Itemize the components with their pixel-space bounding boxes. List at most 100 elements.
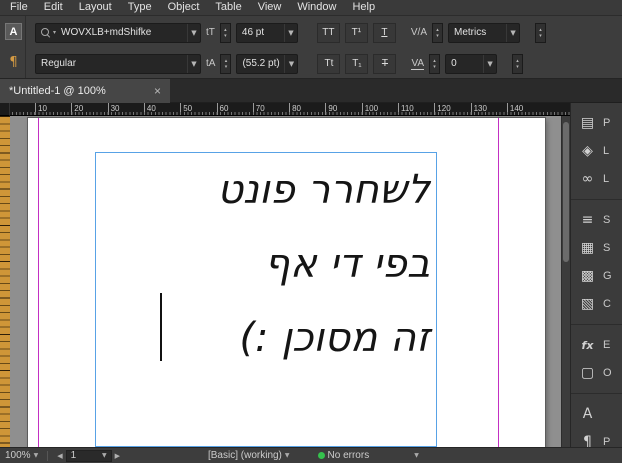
ruler-number: 70 [252,103,265,115]
effects-icon: fx [581,338,594,352]
document-canvas[interactable]: לשחרר פונט בפי די אף זה מסוכן :) [10,116,570,447]
panel-tab-object-styles[interactable]: ▢ O [571,359,622,387]
document-text-line[interactable]: בפי די אף [96,227,436,301]
gradient-icon: ▩ [580,268,595,284]
font-family-combo[interactable]: ▾ WOVXLB+mdShifke ▼ [35,22,201,43]
menu-file[interactable]: File [2,0,36,15]
ruler-origin-corner[interactable] [0,103,10,116]
character-formatting-toggle[interactable]: A [5,23,22,40]
small-caps-button[interactable]: Tt [317,53,341,74]
ruler-number: 10 [35,103,47,115]
chevron-down-icon[interactable]: ▼ [414,452,419,459]
text-cursor [160,293,162,361]
font-size-value: 46 pt [241,27,265,38]
dropdown-arrow-icon[interactable]: ▼ [284,54,297,73]
chevron-down-icon: ▼ [33,452,39,459]
previous-page-icon[interactable]: ◀ [57,452,62,460]
all-caps-button[interactable]: TT [316,22,340,43]
ruler-number: 100 [361,103,378,115]
panel-tab-swatches[interactable]: ▦ S [571,234,622,262]
leading-value: (55.2 pt) [242,58,280,69]
panel-separator [571,393,622,394]
document-text-line[interactable]: לשחרר פונט [96,153,436,227]
tracking-stepper[interactable]: ▴ ▾ [429,53,441,74]
margin-guide-left[interactable] [38,118,39,447]
layers-icon: ◈ [582,143,593,159]
ruler-number: 140 [506,103,523,115]
status-dot-icon [317,452,325,459]
underline-button[interactable]: T [372,22,396,43]
kerning-icon: V/A [410,27,428,38]
menu-type[interactable]: Type [120,0,160,15]
menu-table[interactable]: Table [207,0,249,15]
preflight-status[interactable]: No errors [313,448,375,463]
panel-separator [571,324,622,325]
panel-tab-stroke[interactable]: ≡ S [571,206,622,234]
ruler-number: 120 [434,103,451,115]
leading-combo[interactable]: (55.2 pt) ▼ [236,53,299,74]
ruler-number: 40 [143,103,156,115]
type-style-value: Regular [41,58,77,69]
page-number-field[interactable]: 1 ▼ [65,449,112,462]
next-page-icon[interactable]: ▶ [115,452,120,460]
clipped-stepper[interactable]: ▴ ▾ [535,22,547,43]
menu-edit[interactable]: Edit [36,0,71,15]
menu-window[interactable]: Window [289,0,344,15]
tracking-combo[interactable]: 0 ▼ [445,53,498,74]
dropdown-arrow-icon[interactable]: ▼ [187,23,200,42]
preflight-menu[interactable]: [Basic] (working) ▼ [203,448,295,463]
font-size-combo[interactable]: 46 pt ▼ [235,22,298,43]
control-panel: A ¶ ▾ WOVXLB+mdShifke ▼ tT ▴ ▾ 46 pt ▼ TT… [0,16,622,79]
menu-layout[interactable]: Layout [71,0,120,15]
links-icon: ∞ [581,171,594,187]
leading-stepper[interactable]: ▴ ▾ [220,53,232,74]
subscript-button[interactable]: T₁ [345,53,369,74]
panel-tab-paragraph-styles[interactable]: ¶ P [571,428,622,447]
panel-tab-links[interactable]: ∞ L [571,165,622,193]
document-text-line[interactable]: זה מסוכן :) [96,301,436,375]
panel-separator [571,199,622,200]
font-size-stepper[interactable]: ▴ ▾ [219,22,231,43]
margin-guide-right[interactable] [498,118,499,447]
ruler-number: 20 [71,103,83,115]
chevron-down-icon: ▼ [101,452,107,459]
panel-tab-gradient[interactable]: ▩ G [571,262,622,290]
panel-tab-pages[interactable]: ▤ P [571,109,622,137]
error-status-label: No errors [327,450,370,461]
divider [47,450,49,461]
panel-tab-label: G [603,270,612,282]
ruler-number: 30 [107,103,120,115]
font-family-value: WOVXLB+mdShifke [61,27,152,38]
kerning-combo[interactable]: Metrics ▼ [448,22,521,43]
stroke-icon: ≡ [581,212,594,228]
font-size-icon: tT [206,27,215,38]
scrollbar-thumb[interactable] [563,122,569,262]
vertical-ruler[interactable] [0,116,10,447]
strikethrough-button[interactable]: T [373,53,397,74]
dropdown-arrow-icon[interactable]: ▼ [283,23,297,42]
vertical-scrollbar[interactable] [561,116,570,447]
panel-tab-character-styles[interactable]: A [571,400,622,428]
dropdown-arrow-icon[interactable]: ▼ [187,54,200,73]
type-style-combo[interactable]: Regular ▼ [35,53,201,74]
dropdown-arrow-icon[interactable]: ▼ [506,23,519,42]
text-frame[interactable]: לשחרר פונט בפי די אף זה מסוכן :) [95,152,437,447]
menu-view[interactable]: View [250,0,290,15]
paragraph-formatting-toggle[interactable]: ¶ [5,54,22,71]
dropdown-arrow-icon[interactable]: ▼ [483,54,496,73]
zoom-control[interactable]: 100% ▼ [0,448,43,463]
kerning-stepper[interactable]: ▴ ▾ [432,22,444,43]
document-tab[interactable]: *Untitled-1 @ 100% × [0,79,170,103]
superscript-button[interactable]: T¹ [344,22,368,43]
clipped-stepper[interactable]: ▴ ▾ [512,53,524,74]
close-icon[interactable]: × [154,84,161,98]
panel-tab-effects[interactable]: fx E [571,331,622,359]
horizontal-ruler[interactable]: 10 20 30 40 50 60 70 80 90 100 110 120 130 140 [10,103,570,116]
control-row-2: Regular ▼ tA ▴ ▾ (55.2 pt) ▼ Tt T₁ T VA ▴… [27,48,622,79]
panel-tab-color[interactable]: ▧ C [571,290,622,318]
status-bar: 100% ▼ ◀ 1 ▼ ▶ [Basic] (working) ▼ No er… [0,447,622,463]
menu-help[interactable]: Help [344,0,383,15]
menu-object[interactable]: Object [160,0,208,15]
preflight-profile-label: [Basic] (working) [207,450,282,461]
panel-tab-layers[interactable]: ◈ L [571,137,622,165]
